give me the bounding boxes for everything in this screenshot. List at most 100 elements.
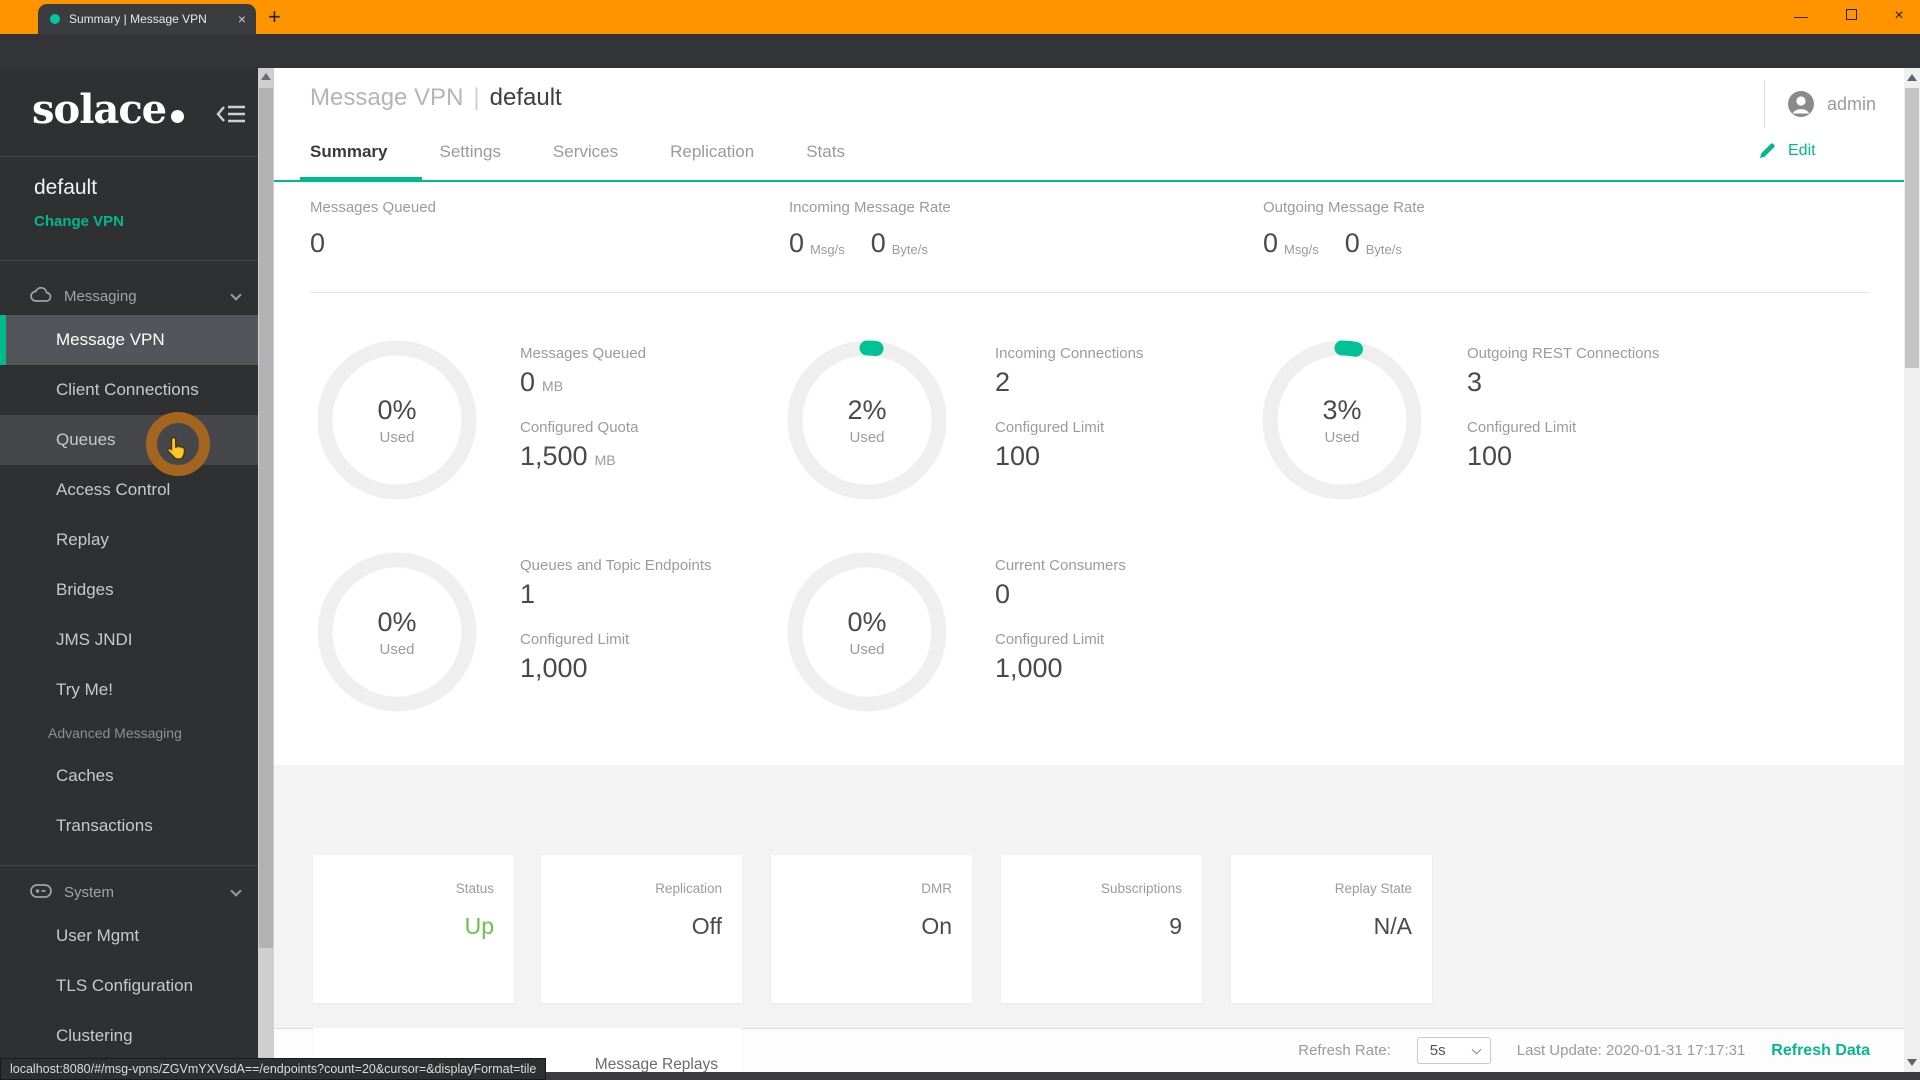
new-tab-button[interactable]: + (268, 2, 281, 32)
tile-subscriptions: Subscriptions 9 (1001, 855, 1202, 1003)
tab-bar: Summary Settings Services Replication St… (310, 142, 845, 162)
tab-replication[interactable]: Replication (670, 142, 754, 162)
logo-dot (171, 110, 185, 123)
sidebar-item-tls-configuration[interactable]: TLS Configuration (0, 961, 258, 1011)
window-maximize-button[interactable] (1836, 9, 1866, 20)
gauge-percent: 0% (847, 606, 887, 637)
user-avatar-icon (1788, 91, 1814, 117)
current-vpn-name: default (34, 176, 98, 199)
gauge-used-label: Used (1324, 428, 1360, 446)
scrollbar-thumb[interactable] (1905, 88, 1919, 368)
gauge-current-consumers: 0% Used Current Consumers 0 Configured Li… (274, 547, 1219, 747)
sidebar-label-advanced-messaging: Advanced Messaging (48, 725, 182, 741)
sidebar-menu: Messaging Message VPN Client Connections… (0, 278, 258, 1061)
link-preview-statusbar: localhost:8080/#/msg-vpns/ZGVmYXVsdA==/e… (0, 1058, 547, 1080)
sidebar-item-bridges[interactable]: Bridges (0, 565, 258, 615)
gauge-details: Outgoing REST Connections 3 Configured L… (1467, 335, 1659, 472)
metric-value: 0 (310, 228, 326, 258)
sidebar-item-clustering[interactable]: Clustering (0, 1011, 258, 1061)
vpn-name: default (489, 84, 562, 111)
edit-button[interactable]: Edit (1756, 140, 1816, 162)
tile-label: Replication (655, 881, 722, 896)
user-menu[interactable]: admin (1764, 80, 1904, 128)
content-scrollbar[interactable] (1904, 68, 1920, 1072)
metric-value: 0 (1263, 228, 1279, 258)
tile-value: On (921, 913, 952, 939)
tile-label: DMR (921, 881, 952, 896)
chevron-down-icon (1471, 1044, 1482, 1055)
gauge-row-value: 3 (1467, 367, 1483, 397)
metric-label: Messages Queued (310, 199, 436, 216)
metric-unit: Msg/s (810, 242, 845, 257)
refresh-data-button[interactable]: Refresh Data (1771, 1042, 1870, 1060)
sidebar-section-system[interactable]: System (0, 874, 258, 911)
tile-label: Replay State (1334, 881, 1412, 896)
gauge-row-value: 0 (995, 579, 1011, 609)
browser-tab[interactable]: Summary | Message VPN × (38, 4, 256, 34)
gauge-outgoing-rest-connections: 3% Used Outgoing REST Connections 3 Confi… (274, 335, 1704, 535)
tab-divider-line (274, 180, 1904, 182)
tab-services[interactable]: Services (553, 142, 618, 162)
sidebar-collapse-icon[interactable] (216, 102, 246, 131)
sidebar-item-access-control[interactable]: Access Control (0, 465, 258, 515)
gauge-row-value: 100 (1467, 441, 1513, 471)
window-minimize-button[interactable]: — (1786, 6, 1816, 26)
tab-favicon-icon (50, 14, 60, 24)
sidebar-item-replay[interactable]: Replay (0, 515, 258, 565)
scroll-down-icon[interactable] (1907, 1059, 1917, 1066)
scroll-up-icon[interactable] (261, 73, 271, 80)
sidebar-item-message-vpn[interactable]: Message VPN (0, 315, 258, 365)
refresh-rate-select[interactable]: 5s (1416, 1037, 1491, 1064)
section-label: System (64, 884, 115, 901)
chevron-down-icon (230, 289, 242, 301)
gauge-row-label: Configured Limit (1467, 419, 1577, 436)
sidebar-item-try-me[interactable]: Try Me! (0, 665, 258, 715)
tile-value: N/A (1373, 913, 1412, 939)
gauge-row-value: 1,000 (995, 653, 1063, 683)
tile-value: Off (691, 913, 722, 939)
tab-stats[interactable]: Stats (806, 142, 845, 162)
tile-replay-state: Replay State N/A (1231, 855, 1432, 1003)
divider (310, 292, 1868, 293)
tab-summary[interactable]: Summary (310, 142, 387, 162)
metric-outgoing-rate: Outgoing Message Rate 0 Msg/s 0 Byte/s (1263, 199, 1428, 259)
tile-status: Status Up (313, 855, 514, 1003)
page-title: Message VPN | default (310, 84, 562, 112)
breadcrumb-separator: | (473, 84, 480, 111)
metric-label: Incoming Message Rate (789, 199, 951, 216)
pencil-icon (1760, 143, 1775, 158)
sidebar-item-queues[interactable]: Queues (0, 415, 258, 465)
divider (0, 865, 258, 866)
tab-title: Summary | Message VPN (69, 12, 207, 26)
hand-cursor-icon (164, 436, 190, 469)
system-chip-icon (30, 883, 52, 902)
gauge-details: Current Consumers 0 Configured Limit 1,0… (995, 547, 1126, 684)
sidebar-item-jms-jndi[interactable]: JMS JNDI (0, 615, 258, 665)
divider (0, 260, 258, 261)
tile-value: 9 (1169, 913, 1182, 939)
browser-toolbar: ← → ↻ i localhost:8080/#/msg-vpns/ZGVmYX… (0, 34, 1920, 98)
scroll-up-icon[interactable] (1907, 74, 1917, 81)
gauge-row-label: Configured Limit (995, 631, 1105, 648)
gauge-row-label: Outgoing REST Connections (1467, 345, 1660, 362)
tab-close-icon[interactable]: × (238, 11, 246, 27)
sidebar-section-messaging[interactable]: Messaging (0, 278, 258, 315)
change-vpn-link[interactable]: Change VPN (34, 213, 124, 230)
sidebar-item-caches[interactable]: Caches (0, 751, 258, 801)
sidebar-item-client-connections[interactable]: Client Connections (0, 365, 258, 415)
metric-incoming-rate: Incoming Message Rate 0 Msg/s 0 Byte/s (789, 199, 954, 259)
metric-value: 0 (1344, 228, 1360, 258)
edit-label: Edit (1788, 142, 1816, 159)
sidebar-item-transactions[interactable]: Transactions (0, 801, 258, 851)
sidebar-item-user-mgmt[interactable]: User Mgmt (0, 911, 258, 961)
tile-dmr: DMR On (771, 855, 972, 1003)
window-close-button[interactable]: × (1884, 6, 1914, 26)
sidebar-scrollbar[interactable] (258, 68, 274, 1080)
sidebar: solace default Change VPN Messaging Mess… (0, 68, 258, 1080)
tab-settings[interactable]: Settings (439, 142, 500, 162)
section-label: Messaging (64, 288, 137, 305)
breadcrumb: Message VPN (310, 84, 464, 111)
main-content: Message VPN | default admin Summary Settin… (274, 68, 1904, 1080)
cloud-icon (30, 286, 52, 307)
scrollbar-thumb[interactable] (259, 88, 273, 948)
